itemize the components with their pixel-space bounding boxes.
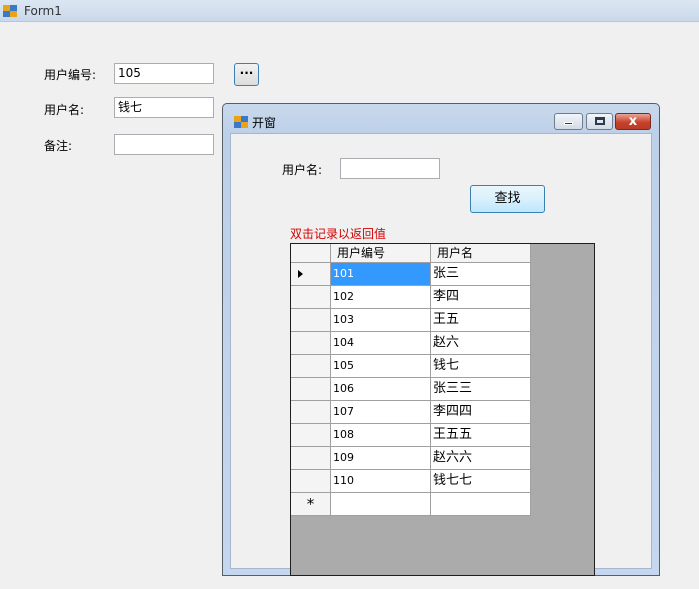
grid-cell-user-id[interactable]: 104 [331,332,431,355]
grid-cell-user-id[interactable]: 106 [331,378,431,401]
grid-cell-user-name[interactable]: 王五 [431,309,531,332]
remark-field[interactable] [114,134,214,155]
row-header[interactable] [291,378,331,401]
row-header[interactable] [291,424,331,447]
hint-text: 双击记录以返回值 [290,227,387,241]
grid-cell-user-name[interactable]: 李四 [431,286,531,309]
minimize-button[interactable] [554,113,583,130]
search-button[interactable]: 查找 [470,185,545,213]
row-header[interactable] [291,470,331,493]
dialog-icon [234,116,248,128]
grid-cell-user-name[interactable]: 钱七 [431,355,531,378]
browse-button[interactable]: ··· [234,63,259,86]
user-id-label: 用户编号: [44,68,97,82]
row-header[interactable] [291,401,331,424]
close-icon: x [628,114,638,129]
column-header-user-id[interactable]: 用户编号 [331,244,431,263]
grid-cell-user-name[interactable]: 赵六 [431,332,531,355]
grid-cell-user-name[interactable]: 钱七七 [431,470,531,493]
grid-cell-user-name[interactable]: 李四四 [431,401,531,424]
remark-label: 备注: [44,139,73,153]
grid-cell-user-name[interactable]: 张三三 [431,378,531,401]
grid-cell-user-id[interactable]: 103 [331,309,431,332]
grid-cell-user-id[interactable]: 110 [331,470,431,493]
maximize-icon [595,117,605,125]
grid-corner-header[interactable] [291,244,331,263]
row-header[interactable] [291,447,331,470]
user-name-field[interactable]: 钱七 [114,97,214,118]
user-id-field[interactable]: 105 [114,63,214,84]
grid-cell-user-id[interactable]: 105 [331,355,431,378]
search-input[interactable] [340,158,440,179]
new-row-cell[interactable] [331,493,431,516]
new-row-cell[interactable] [431,493,531,516]
search-label: 用户名: [282,163,323,177]
grid-cell-user-name[interactable]: 赵六六 [431,447,531,470]
grid-cell-user-name[interactable]: 张三 [431,263,531,286]
grid-cell-user-id[interactable]: 101 [331,263,431,286]
new-row-header[interactable]: * [291,493,331,516]
row-header[interactable] [291,286,331,309]
grid-cell-user-id[interactable]: 102 [331,286,431,309]
lookup-dialog[interactable]: 开窗 x 用户名: 查找 双击记录以返回值 用户编号 用户名 101 张三 102 李… [222,103,660,576]
window-title: Form1 [24,4,62,18]
row-header[interactable] [291,332,331,355]
row-header[interactable] [291,355,331,378]
grid-cell-user-name[interactable]: 王五五 [431,424,531,447]
minimize-icon [564,122,573,125]
form-icon [3,5,17,17]
users-grid[interactable]: 用户编号 用户名 101 张三 102 李四 103 王五 104 赵六 105 钱七 106 张三三… [290,243,595,576]
close-button[interactable]: x [615,113,651,130]
main-title-bar[interactable]: Form1 [0,0,699,22]
dialog-client-area: 用户名: 查找 双击记录以返回值 用户编号 用户名 101 张三 102 李四 103 王… [230,133,652,576]
row-header[interactable] [291,309,331,332]
column-header-user-name[interactable]: 用户名 [431,244,531,263]
grid-cell-user-id[interactable]: 109 [331,447,431,470]
maximize-button[interactable] [586,113,613,130]
dialog-title: 开窗 [252,116,277,130]
grid-cell-user-id[interactable]: 107 [331,401,431,424]
row-header[interactable] [291,263,331,286]
current-row-arrow-icon [298,270,303,278]
user-name-label: 用户名: [44,103,85,117]
grid-cell-user-id[interactable]: 108 [331,424,431,447]
